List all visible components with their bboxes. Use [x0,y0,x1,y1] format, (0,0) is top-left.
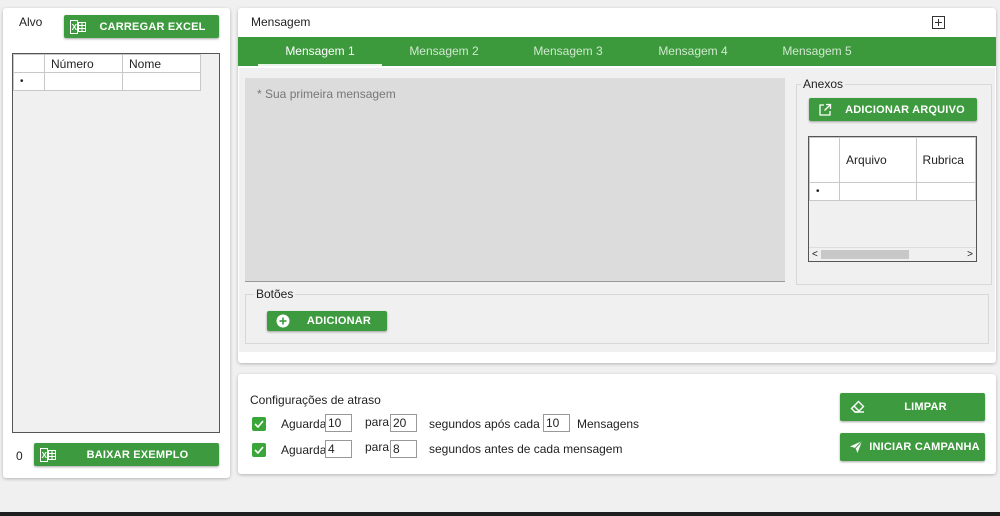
delay-row1-to-label: para [365,415,390,429]
delay-row2-after-label: segundos antes de cada mensagem [429,442,623,456]
delay-row1-wait-label: Aguarda [281,417,327,431]
svg-text:X: X [42,451,48,460]
message-tab-bar: Mensagem 1 Mensagem 2 Mensagem 3 Mensage… [238,37,996,66]
load-excel-button[interactable]: X CARREGAR EXCEL [64,15,219,38]
tab-mensagem-3[interactable]: Mensagem 3 [506,37,630,65]
plus-circle-icon [275,313,291,329]
svg-text:X: X [72,23,78,32]
send-icon [848,439,864,455]
target-panel: Alvo X CARREGAR EXCEL Número Nome • 0 X … [3,8,230,478]
tab-mensagem-5[interactable]: Mensagem 5 [755,37,879,65]
row-marker: • [13,72,45,91]
active-tab-indicator [258,64,382,66]
scrollbar-thumb[interactable] [821,250,909,259]
download-example-button[interactable]: X BAIXAR EXEMPLO [34,443,219,466]
excel-icon: X [70,19,86,35]
attachments-grid[interactable]: Arquivo Rubrica • < > [808,136,977,262]
tab-mensagem-4[interactable]: Mensagem 4 [631,37,755,65]
clear-button[interactable]: LIMPAR [840,393,985,421]
bottom-bar [0,512,1000,516]
delay-row1-checkbox[interactable] [252,417,266,431]
column-header-nome[interactable]: Nome [122,54,201,73]
delay-title: Configurações de atraso [250,393,381,407]
delay-row2-to-input[interactable]: 8 [390,440,417,458]
horizontal-scrollbar[interactable]: < > [809,247,976,261]
add-message-icon[interactable] [932,16,945,29]
delay-panel: Configurações de atraso Aguarda 10 para … [238,374,996,474]
excel-icon: X [40,447,56,463]
column-header-numero[interactable]: Número [44,54,123,73]
add-file-button[interactable]: ADICIONAR ARQUIVO [809,98,977,121]
delay-row1-to-input[interactable]: 20 [390,414,417,432]
start-campaign-button[interactable]: INICIAR CAMPANHA [840,433,985,461]
delay-row1-after-label: segundos após cada [429,417,540,431]
delay-row2-checkbox[interactable] [252,443,266,457]
check-icon [254,446,264,454]
scroll-left-icon[interactable]: < [812,248,818,261]
delay-row2-wait-label: Aguarda [281,443,327,457]
message-panel: Mensagem Mensagem 1 Mensagem 2 Mensagem … [238,8,996,363]
message-title: Mensagem [251,15,311,29]
attachments-legend: Anexos [801,77,846,91]
target-grid[interactable]: Número Nome • [12,53,220,433]
delay-row2-to-label: para [365,440,390,454]
scroll-right-icon[interactable]: > [967,248,973,261]
new-row[interactable]: • [13,72,201,91]
delay-row2-from-input[interactable]: 4 [325,440,352,458]
delay-row1-messages-label: Mensagens [577,417,640,431]
row-count: 0 [16,449,23,463]
add-button-button[interactable]: ADICIONAR [267,311,387,331]
column-header-rubrica[interactable]: Rubrica [915,137,976,183]
tab-mensagem-1[interactable]: Mensagem 1 [258,37,382,65]
message-textarea[interactable]: * Sua primeira mensagem [245,78,785,282]
target-title: Alvo [19,15,43,29]
delay-row1-count-input[interactable]: 10 [543,414,570,432]
buttons-legend: Botões [254,287,296,301]
delay-row1-from-input[interactable]: 10 [325,414,352,432]
eraser-icon [850,399,866,415]
new-attachment-row[interactable]: • [809,182,976,201]
row-marker: • [809,182,841,201]
check-icon [254,420,264,428]
tab-content: * Sua primeira mensagem Anexos ADICIONAR… [239,68,995,352]
tab-mensagem-2[interactable]: Mensagem 2 [382,37,506,65]
column-header-arquivo[interactable]: Arquivo [839,137,917,183]
message-placeholder: * Sua primeira mensagem [257,87,396,101]
external-link-icon [817,102,833,118]
